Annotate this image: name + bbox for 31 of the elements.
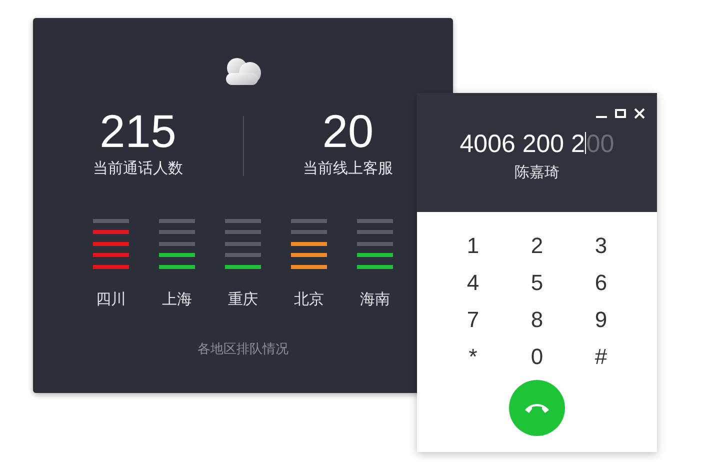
maximize-button[interactable] <box>615 108 626 119</box>
keypad-key[interactable]: 2 <box>519 229 555 261</box>
keypad-key[interactable]: 8 <box>519 303 555 335</box>
keypad-key[interactable]: # <box>583 340 619 372</box>
region-label: 北京 <box>294 290 324 310</box>
cloud-icon <box>223 56 263 86</box>
keypad-key[interactable]: 9 <box>583 303 619 335</box>
keypad-key[interactable]: 4 <box>455 266 491 298</box>
stat-label: 当前通话人数 <box>93 159 183 179</box>
minimize-icon <box>596 116 607 118</box>
close-icon <box>634 108 645 119</box>
region-label: 海南 <box>360 290 390 310</box>
contact-name: 陈嘉琦 <box>514 163 560 183</box>
phone-number-field[interactable]: 4006 200 200 <box>417 129 657 159</box>
region-label: 重庆 <box>228 290 258 310</box>
keypad-key[interactable]: 7 <box>455 303 491 335</box>
keypad-key[interactable]: * <box>455 340 491 372</box>
caption: 各地区排队情况 <box>196 340 290 358</box>
close-button[interactable] <box>634 108 645 119</box>
region-label: 四川 <box>96 290 126 310</box>
phone-hangup-icon <box>524 401 550 415</box>
keypad-key[interactable]: 1 <box>455 229 491 261</box>
keypad-key[interactable]: 6 <box>583 266 619 298</box>
stat-value: 215 <box>100 108 176 154</box>
stat-value: 20 <box>322 108 374 154</box>
keypad-key[interactable]: 0 <box>519 340 555 372</box>
maximize-icon <box>615 108 626 119</box>
keypad-key[interactable]: 5 <box>519 266 555 298</box>
stat-label: 当前线上客服 <box>303 159 393 179</box>
region-label: 上海 <box>162 290 192 310</box>
keypad-key[interactable]: 3 <box>583 229 619 261</box>
